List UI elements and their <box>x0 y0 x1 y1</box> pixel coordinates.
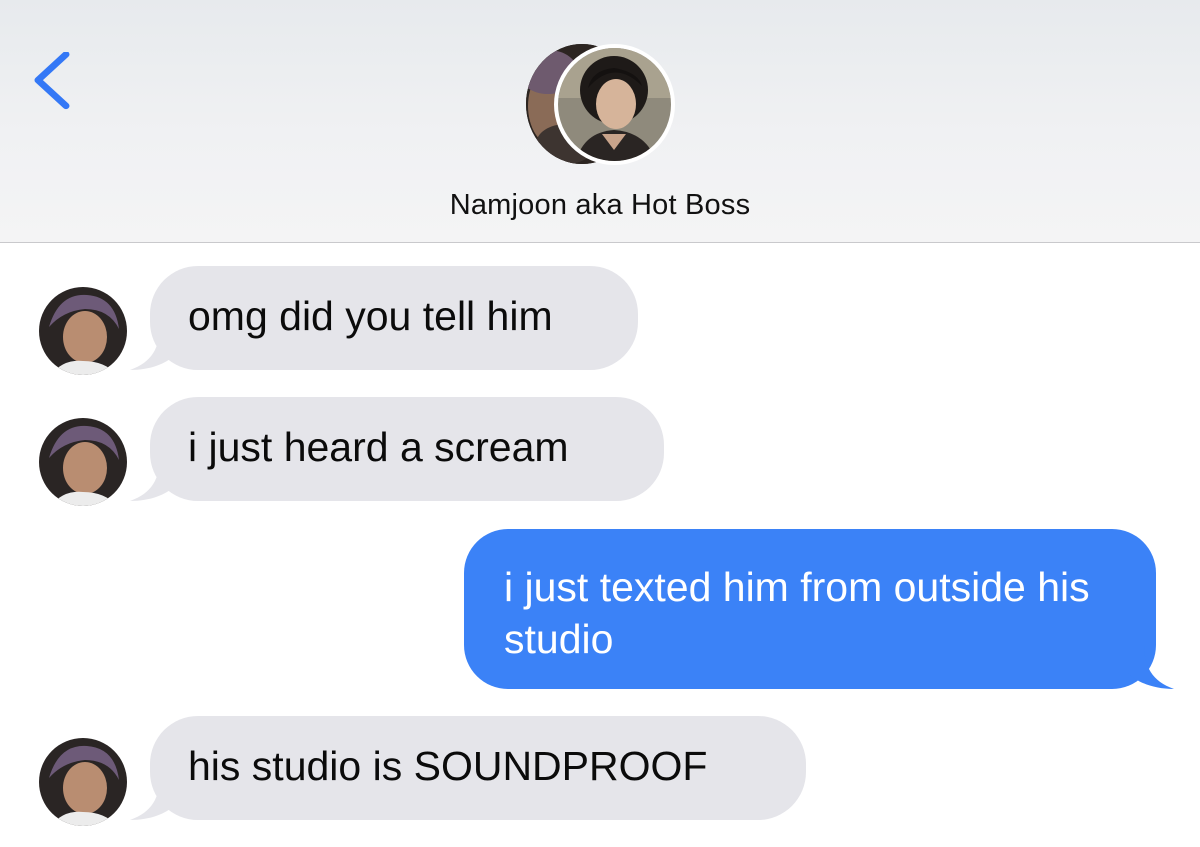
group-avatars[interactable] <box>526 44 678 168</box>
message-bubble-incoming[interactable]: i just heard a scream <box>130 397 664 501</box>
sender-avatar[interactable] <box>39 287 127 375</box>
message-text: i just heard a scream <box>188 424 569 470</box>
sender-avatar[interactable] <box>39 418 127 506</box>
message-text: i just texted him from outside his studi… <box>504 564 1090 662</box>
message-bubble-incoming[interactable]: his studio is SOUNDPROOF <box>130 716 806 820</box>
contact-avatar-primary <box>554 44 675 165</box>
conversation-header: Namjoon aka Hot Boss <box>0 0 1200 243</box>
contact-name[interactable]: Namjoon aka Hot Boss <box>0 189 1200 222</box>
message-bubble-outgoing[interactable]: i just texted him from outside his studi… <box>464 529 1174 689</box>
chevron-left-icon <box>34 51 70 110</box>
message-bubble-incoming[interactable]: omg did you tell him <box>130 266 638 370</box>
message-text: his studio is SOUNDPROOF <box>188 743 708 789</box>
back-button[interactable] <box>30 51 90 114</box>
sender-avatar[interactable] <box>39 738 127 826</box>
message-text: omg did you tell him <box>188 293 553 339</box>
